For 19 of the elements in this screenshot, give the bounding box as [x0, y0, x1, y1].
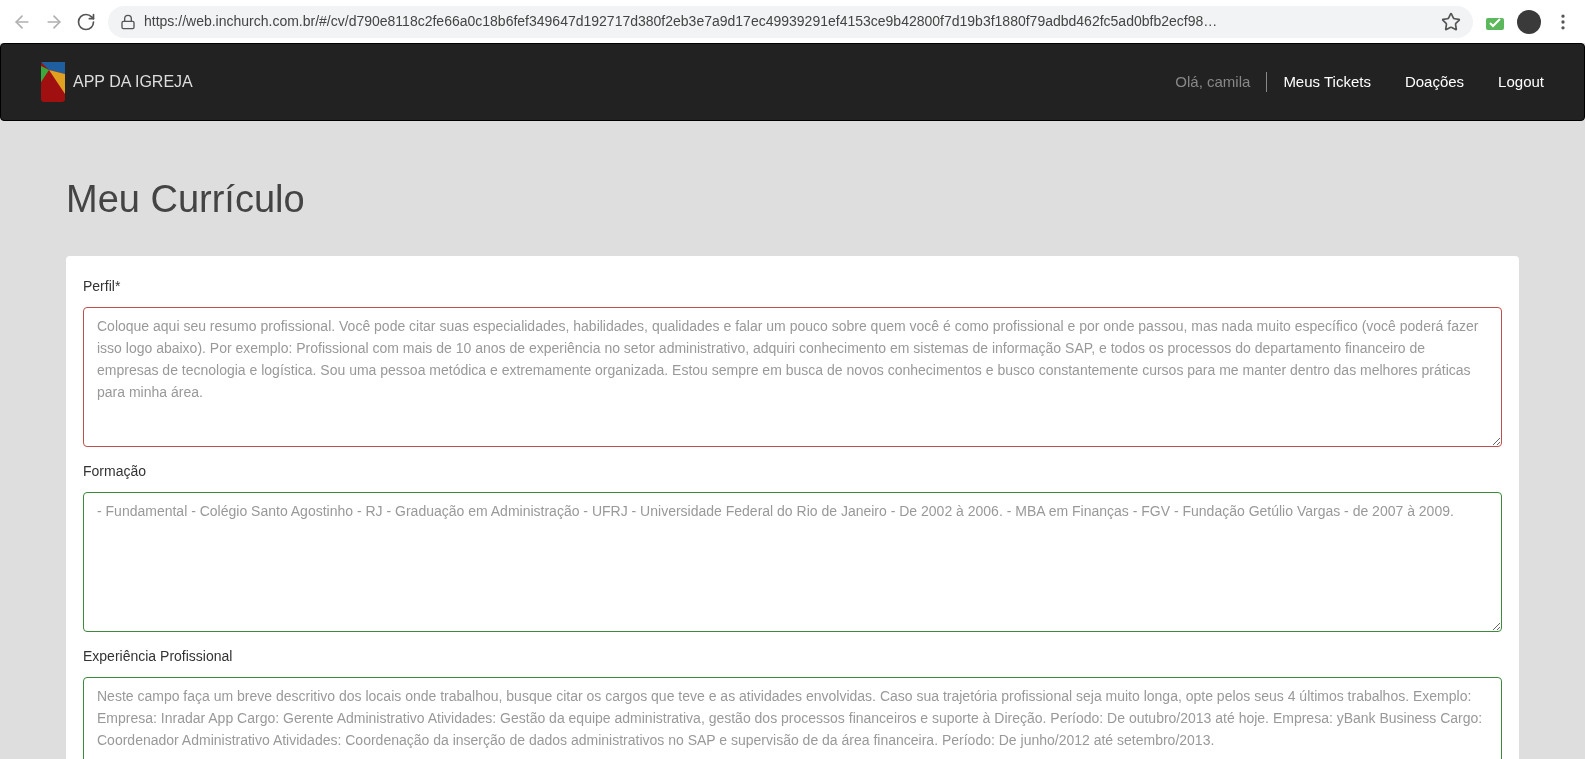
text-area[interactable]: - Fundamental - Colégio Santo Agostinho - RJ - Graduação em Administração - UFRJ - Universidade Federal do Rio de Janeiro - De 2002 à 2006. - MBA em Finanças - FGV - Fundação Getúlio Vargas - de 2007 à 2009.: [83, 492, 1502, 632]
text-area[interactable]: Neste campo faça um breve descritivo dos locais onde trabalhou, busque citar os cargos que teve e as atividades envolvidas. Caso sua trajetória profissional seja muito longa, opte pelos seus 4 últimos trabalhos. Exemplo: Empresa: Inradar App Cargo: Gerente Administrativo Atividades: Gestão da equipe administrativa, gestão dos processos financeiros e suporte à Direção. Período: De outubro/2013 até hoje. Empresa: yBank Business Cargo: Coordenador Administrativo Atividades: Coordenação da inserção de dados administrativos no SAP e supervisão de da área financeira. Período: De junho/2012 até setembro/2013.: [83, 677, 1502, 759]
page-title: Meu Currículo: [66, 177, 306, 222]
text-area[interactable]: Coloque aqui seu resumo profissional. Você pode citar suas especialidades, habilidades, qualidades e falar um pouco sobre quem você é como profissional e por onde passou, mas nada muito específico (você poderá fazer isso logo abaixo). Por exemplo: Profissional com mais de 10 anos de experiência no setor administrativo, adquiri conhecimento em sistemas de informação SAP, e todos os processos do departamento financeiro de empresas de tecnologia e logística. Sou uma pessoa metódica e extremamente organizada. Estou sempre em busca de novos conhecimentos e busco constantemente cursos para me manter dentro das melhores práticas para minha área.: [83, 307, 1502, 447]
lock-icon: [120, 13, 136, 30]
field-label: Perfil*: [83, 277, 122, 296]
star-icon[interactable]: [1441, 11, 1461, 32]
nav-link[interactable]: Meus Tickets: [1283, 70, 1371, 94]
avatar-icon[interactable]: [1517, 9, 1541, 34]
nav-link[interactable]: Logout: [1498, 70, 1544, 94]
brand-name[interactable]: APP DA IGREJA: [73, 70, 193, 94]
address-bar[interactable]: https://web.inchurch.com.br/#/cv/d790e8118c2fe66a0c18b6fef349647d192717d380f2eb3e7a9d17ec49939291ef4153ce9b42800f7d19b3f1880f79adbd462fc5ad0bfb2ecf98…: [108, 5, 1473, 38]
reload-icon[interactable]: [76, 11, 96, 32]
field-label: Formação: [83, 462, 148, 481]
nav-link[interactable]: Doações: [1404, 70, 1465, 94]
logo-icon: [41, 62, 65, 102]
greeting-text: Olá, camila: [1175, 71, 1251, 92]
field-label: Experiência Profissional: [83, 647, 234, 666]
url-text: https://web.inchurch.com.br/#/cv/d790e8118c2fe66a0c18b6fef349647d192717d380f2eb3e7a9d17ec49939291ef4153ce9b42800f7d19b3f1880f79adbd462fc5ad0bfb2ecf98…: [144, 12, 1219, 31]
